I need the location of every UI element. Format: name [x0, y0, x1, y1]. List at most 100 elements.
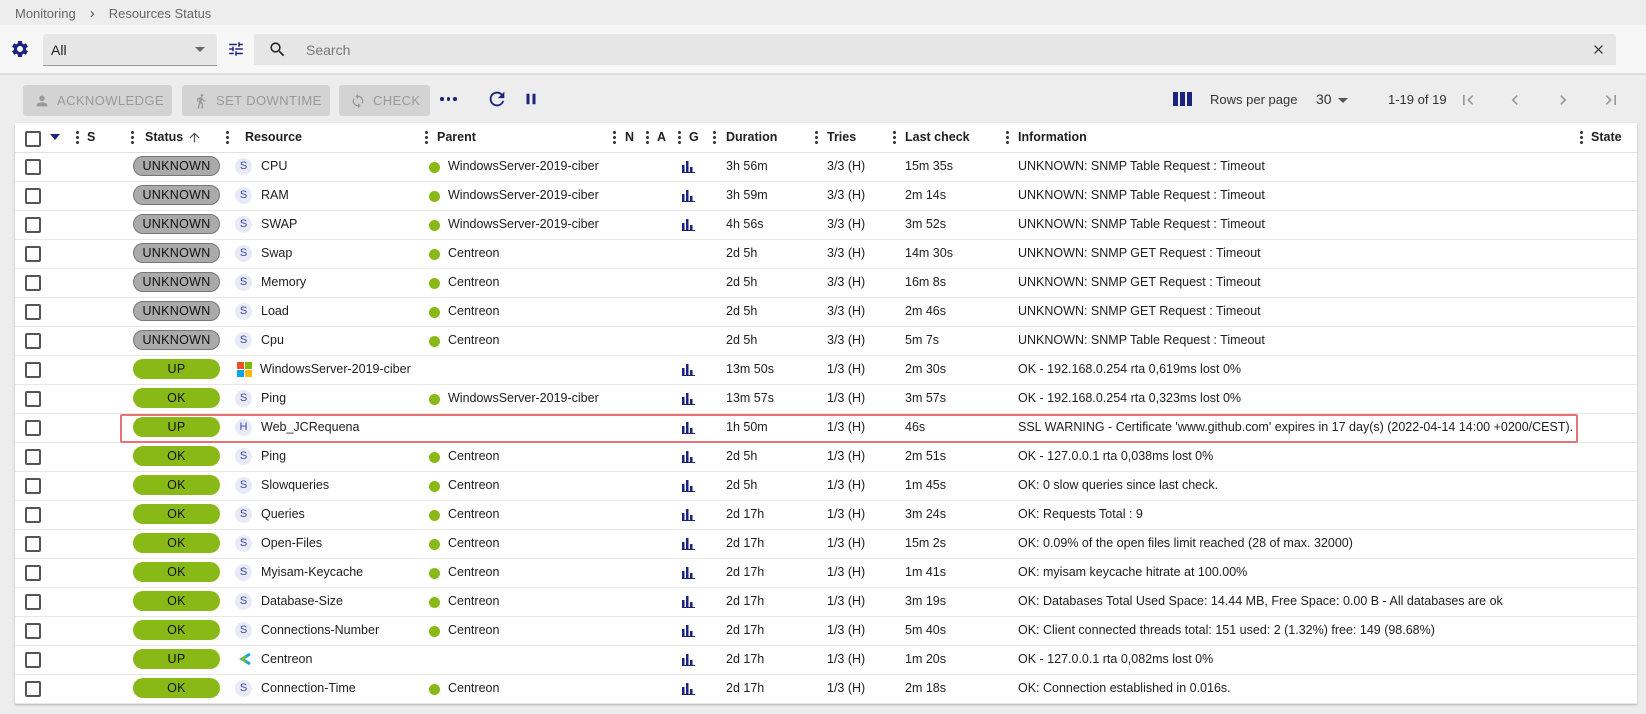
table-row[interactable]: UNKNOWN S Swap Centreon 2d 5h 3/3 (H) 14m 30s U…	[15, 239, 1637, 269]
column-menu-icon[interactable]	[131, 131, 134, 144]
first-page-icon[interactable]	[1458, 90, 1478, 110]
column-menu-icon[interactable]	[425, 131, 428, 144]
graph-icon[interactable]	[682, 218, 695, 231]
column-menu-icon[interactable]	[226, 131, 229, 144]
filter-select[interactable]: All	[43, 34, 217, 66]
col-n[interactable]: N	[625, 130, 634, 144]
row-checkbox[interactable]	[25, 536, 41, 552]
parent-name[interactable]: Centreon	[448, 246, 499, 260]
table-row[interactable]: UNKNOWN S SWAP WindowsServer-2019-ciber 4h 5…	[15, 210, 1637, 240]
select-all-checkbox[interactable]	[25, 131, 41, 147]
table-row[interactable]: UP WindowsServer-2019-ciber 13m 50s 1/3 (H)…	[15, 355, 1637, 385]
resource-name[interactable]: Slowqueries	[261, 478, 329, 492]
column-menu-icon[interactable]	[678, 131, 681, 144]
col-g[interactable]: G	[689, 130, 699, 144]
col-a[interactable]: A	[657, 130, 666, 144]
col-last-check[interactable]: Last check	[905, 130, 970, 144]
resource-name[interactable]: Myisam-Keycache	[261, 565, 363, 579]
graph-icon[interactable]	[682, 653, 695, 666]
graph-icon[interactable]	[682, 479, 695, 492]
graph-icon[interactable]	[682, 595, 695, 608]
parent-name[interactable]: Centreon	[448, 681, 499, 695]
table-row[interactable]: OK S Connection-Time Centreon 2d 17h 1/3 (H) 2…	[15, 674, 1637, 704]
table-row[interactable]: OK S Queries Centreon 2d 17h 1/3 (H) 3m 24s OK:…	[15, 500, 1637, 530]
row-checkbox[interactable]	[25, 478, 41, 494]
more-actions-icon[interactable]	[440, 97, 457, 101]
rows-per-page-select[interactable]: 30	[1316, 91, 1332, 107]
resource-name[interactable]: Load	[261, 304, 289, 318]
row-checkbox[interactable]	[25, 217, 41, 233]
parent-name[interactable]: Centreon	[448, 507, 499, 521]
sort-ascending-icon[interactable]	[187, 130, 202, 145]
col-parent[interactable]: Parent	[437, 130, 476, 144]
col-status[interactable]: Status	[145, 130, 183, 144]
row-checkbox[interactable]	[25, 391, 41, 407]
column-menu-icon[interactable]	[1580, 131, 1583, 144]
row-checkbox[interactable]	[25, 652, 41, 668]
row-checkbox[interactable]	[25, 623, 41, 639]
resource-name[interactable]: Web_JCRequena	[261, 420, 359, 434]
graph-icon[interactable]	[682, 160, 695, 173]
close-icon[interactable]	[1591, 42, 1606, 57]
graph-icon[interactable]	[682, 566, 695, 579]
refresh-icon[interactable]	[486, 88, 508, 110]
row-checkbox[interactable]	[25, 188, 41, 204]
resource-name[interactable]: CPU	[261, 159, 287, 173]
graph-icon[interactable]	[682, 189, 695, 202]
resource-name[interactable]: Centreon	[261, 652, 312, 666]
tune-icon[interactable]	[227, 40, 245, 58]
col-tries[interactable]: Tries	[827, 130, 856, 144]
col-duration[interactable]: Duration	[726, 130, 777, 144]
table-row[interactable]: OK S Myisam-Keycache Centreon 2d 17h 1/3 (H) 1…	[15, 558, 1637, 588]
table-row[interactable]: OK S Ping Centreon 2d 5h 1/3 (H) 2m 51s OK - 12…	[15, 442, 1637, 472]
parent-name[interactable]: WindowsServer-2019-ciber	[448, 159, 599, 173]
parent-name[interactable]: Centreon	[448, 333, 499, 347]
row-checkbox[interactable]	[25, 594, 41, 610]
row-checkbox[interactable]	[25, 246, 41, 262]
row-checkbox[interactable]	[25, 333, 41, 349]
resource-name[interactable]: Swap	[261, 246, 292, 260]
parent-name[interactable]: Centreon	[448, 478, 499, 492]
parent-name[interactable]: WindowsServer-2019-ciber	[448, 188, 599, 202]
breadcrumb-resources-status[interactable]: Resources Status	[109, 6, 212, 21]
graph-icon[interactable]	[682, 450, 695, 463]
table-row[interactable]: UNKNOWN S Cpu Centreon 2d 5h 3/3 (H) 5m 7s UNKN…	[15, 326, 1637, 356]
column-menu-icon[interactable]	[815, 131, 818, 144]
parent-name[interactable]: Centreon	[448, 304, 499, 318]
parent-name[interactable]: WindowsServer-2019-ciber	[448, 217, 599, 231]
col-state[interactable]: State	[1591, 130, 1622, 144]
col-information[interactable]: Information	[1018, 130, 1087, 144]
column-menu-icon[interactable]	[76, 131, 79, 144]
breadcrumb-monitoring[interactable]: Monitoring	[15, 6, 76, 21]
resource-name[interactable]: Ping	[261, 449, 286, 463]
gear-icon[interactable]	[10, 39, 30, 59]
table-row[interactable]: UP H Web_JCRequena 1h 50m 1/3 (H) 46s SSL WARN…	[15, 413, 1637, 443]
table-row[interactable]: UNKNOWN S RAM WindowsServer-2019-ciber 3h 59…	[15, 181, 1637, 211]
resource-name[interactable]: SWAP	[261, 217, 297, 231]
resource-name[interactable]: Connections-Number	[261, 623, 379, 637]
last-page-icon[interactable]	[1601, 90, 1621, 110]
column-menu-icon[interactable]	[713, 131, 716, 144]
row-checkbox[interactable]	[25, 362, 41, 378]
resource-name[interactable]: Queries	[261, 507, 305, 521]
set-downtime-button[interactable]: SET DOWNTIME	[182, 85, 330, 116]
graph-icon[interactable]	[682, 421, 695, 434]
next-page-icon[interactable]	[1553, 90, 1573, 110]
select-menu-caret-icon[interactable]	[50, 134, 60, 140]
row-checkbox[interactable]	[25, 159, 41, 175]
caret-down-icon[interactable]	[1338, 98, 1348, 103]
resource-name[interactable]: Database-Size	[261, 594, 343, 608]
resource-name[interactable]: Connection-Time	[261, 681, 356, 695]
graph-icon[interactable]	[682, 624, 695, 637]
graph-icon[interactable]	[682, 682, 695, 695]
resource-name[interactable]: Memory	[261, 275, 306, 289]
table-row[interactable]: OK S Slowqueries Centreon 2d 5h 1/3 (H) 1m 45s…	[15, 471, 1637, 501]
resource-name[interactable]: RAM	[261, 188, 289, 202]
column-menu-icon[interactable]	[613, 131, 616, 144]
table-row[interactable]: OK S Open-Files Centreon 2d 17h 1/3 (H) 15m 2s…	[15, 529, 1637, 559]
column-menu-icon[interactable]	[893, 131, 896, 144]
parent-name[interactable]: Centreon	[448, 275, 499, 289]
parent-name[interactable]: Centreon	[448, 594, 499, 608]
columns-icon[interactable]	[1173, 91, 1192, 107]
row-checkbox[interactable]	[25, 681, 41, 697]
